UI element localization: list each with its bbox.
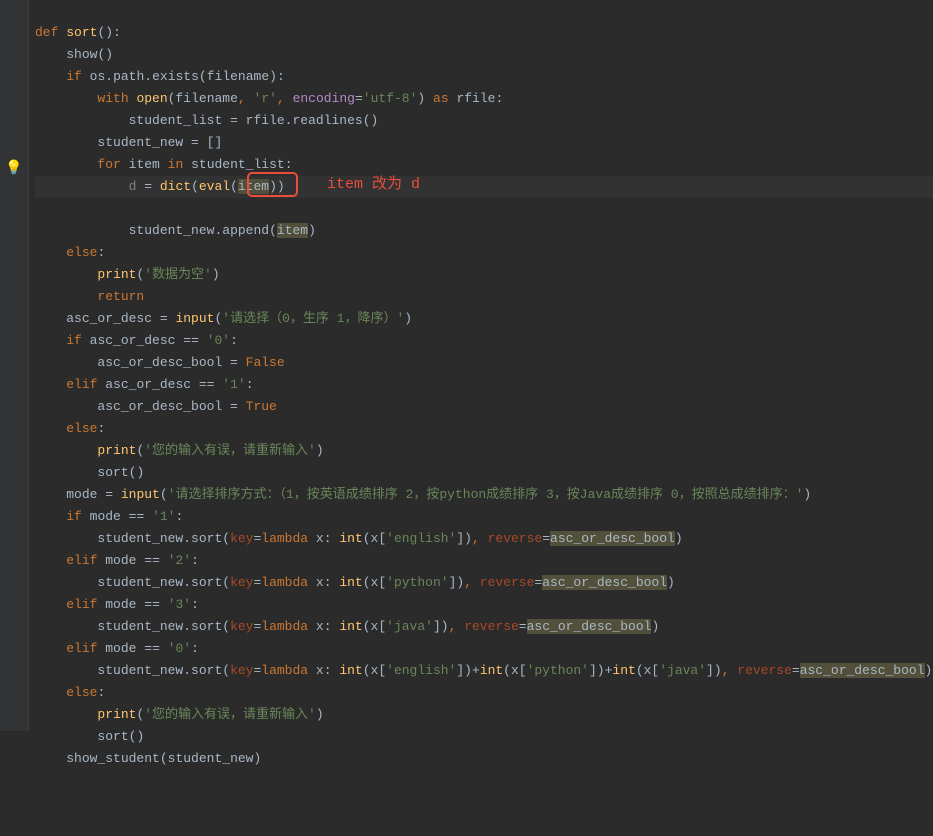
code-line: student_new.sort(key=lambda x: int(x['en… — [35, 663, 932, 678]
code-editor[interactable]: def sort(): show() if os.path.exists(fil… — [29, 0, 933, 731]
code-line: student_new.sort(key=lambda x: int(x['py… — [35, 575, 675, 590]
code-line: mode = input('请选择排序方式：（1，按英语成绩排序 2，按pyth… — [35, 487, 811, 502]
code-line: elif mode == '2': — [35, 553, 199, 568]
code-line: student_list = rfile.readlines() — [35, 113, 378, 128]
code-line: student_new = [] — [35, 135, 222, 150]
code-line: elif mode == '0': — [35, 641, 199, 656]
code-line: sort() — [35, 465, 144, 480]
code-line: asc_or_desc_bool = True — [35, 399, 277, 414]
code-line: for item in student_list: — [35, 157, 293, 172]
code-line: show_student(student_new) — [35, 751, 261, 766]
code-line: student_new.sort(key=lambda x: int(x['ja… — [35, 619, 659, 634]
code-line: if os.path.exists(filename): — [35, 69, 285, 84]
code-line: if mode == '1': — [35, 509, 183, 524]
code-line: show() — [35, 47, 113, 62]
code-line: else: — [35, 245, 105, 260]
code-line: sort() — [35, 729, 144, 744]
code-line: else: — [35, 421, 105, 436]
code-line: return — [35, 289, 144, 304]
code-line: asc_or_desc_bool = False — [35, 355, 285, 370]
code-line: if asc_or_desc == '0': — [35, 333, 238, 348]
intention-bulb-icon[interactable]: 💡 — [0, 158, 28, 180]
code-line: elif asc_or_desc == '1': — [35, 377, 254, 392]
code-line: elif mode == '3': — [35, 597, 199, 612]
code-line: else: — [35, 685, 105, 700]
code-line: student_new.append(item) — [35, 223, 316, 238]
code-line: print('您的输入有误，请重新输入') — [35, 707, 324, 722]
code-line: with open(filename, 'r', encoding='utf-8… — [35, 91, 503, 106]
code-line: student_new.sort(key=lambda x: int(x['en… — [35, 531, 683, 546]
code-line: asc_or_desc = input('请选择（0，生序 1，降序）') — [35, 311, 412, 326]
code-line: def sort(): — [35, 25, 121, 40]
code-line-highlighted: d = dict(eval(item)) — [35, 176, 933, 198]
code-line: print('您的输入有误，请重新输入') — [35, 443, 324, 458]
code-line: print('数据为空') — [35, 267, 220, 282]
editor-gutter: 💡 — [0, 0, 29, 731]
